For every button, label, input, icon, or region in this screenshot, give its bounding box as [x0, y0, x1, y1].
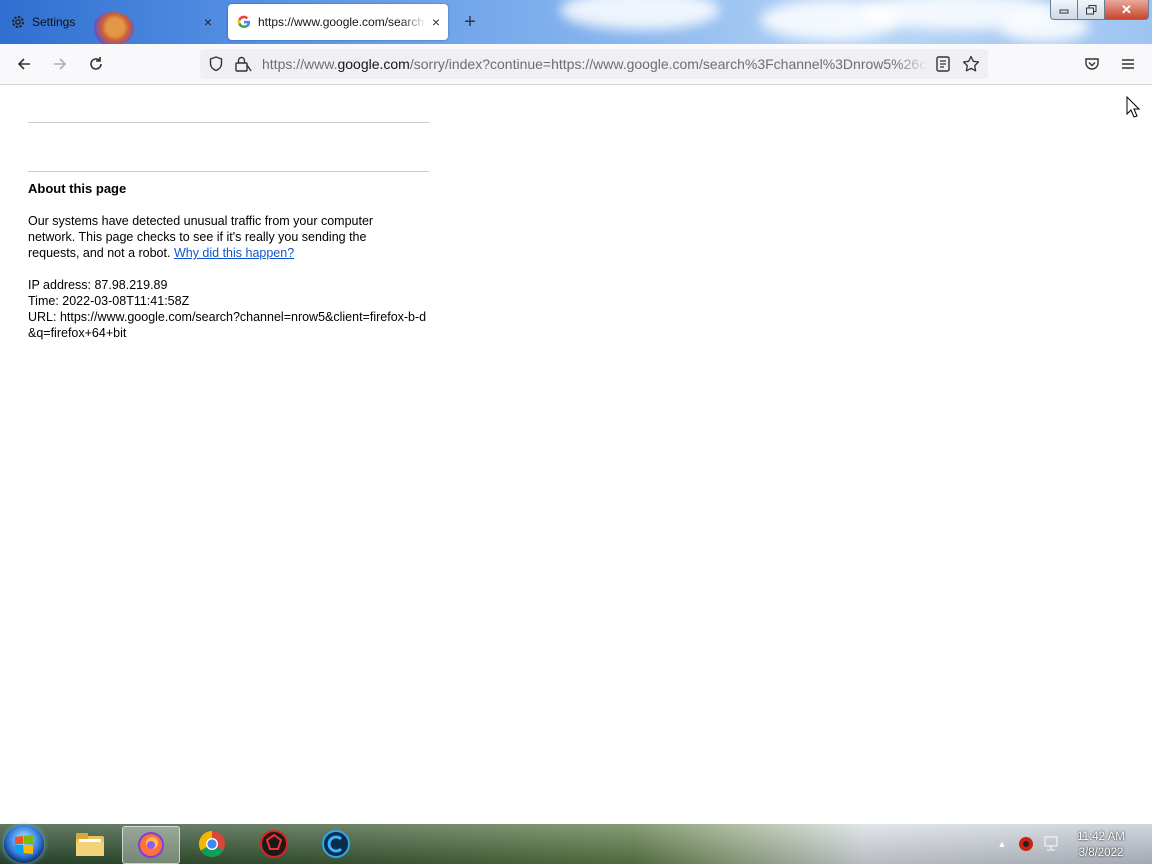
ccleaner-icon — [322, 830, 350, 858]
windows-taskbar: ▲ 11:42 AM 3/8/2022 — [0, 824, 1152, 864]
tab-strip: Settings × https://www.google.com/search… — [0, 0, 1152, 44]
start-button[interactable] — [4, 825, 44, 863]
minimize-window-button[interactable] — [1050, 0, 1078, 20]
pocket-icon — [1085, 58, 1099, 70]
about-this-page-heading: About this page — [28, 181, 127, 196]
google-favicon-icon — [237, 15, 251, 29]
folder-icon — [76, 833, 104, 856]
hamburger-menu-icon — [1122, 59, 1134, 69]
system-clock[interactable]: 11:42 AM 3/8/2022 — [1066, 829, 1136, 861]
reload-icon — [90, 57, 102, 70]
show-hidden-icons-button[interactable]: ▲ — [994, 824, 1010, 864]
tab-settings[interactable]: Settings × — [0, 4, 222, 44]
forward-button[interactable] — [48, 52, 72, 76]
app-menu-button[interactable] — [1116, 52, 1140, 76]
tracking-protection-shield-icon[interactable] — [208, 56, 224, 77]
taskbar-chrome-button[interactable] — [184, 826, 240, 862]
tab-google-search[interactable]: https://www.google.com/search?channel=nr… — [228, 4, 448, 40]
clock-date: 3/8/2022 — [1078, 847, 1124, 859]
firefox-logo-icon — [92, 12, 134, 44]
windows-logo-icon — [15, 835, 33, 854]
restore-window-button[interactable] — [1077, 0, 1105, 20]
red-shield-app-icon — [260, 830, 288, 858]
pocket-button[interactable] — [1080, 52, 1104, 76]
chrome-icon — [198, 830, 225, 858]
minimize-icon — [1059, 9, 1069, 13]
reader-view-icon[interactable] — [936, 56, 950, 77]
tab-active-label: https://www.google.com/search?channel=nr… — [258, 15, 426, 29]
taskbar-explorer-button[interactable] — [62, 826, 118, 862]
tab-settings-label: Settings — [32, 15, 76, 29]
close-icon: ✕ — [1121, 1, 1132, 17]
insecure-lock-icon[interactable] — [234, 55, 252, 78]
taskbar-red-app-button[interactable] — [246, 826, 302, 862]
url-text[interactable]: https://www.google.com/sorry/index?conti… — [262, 56, 928, 72]
request-info: IP address: 87.98.219.89 Time: 2022-03-0… — [28, 277, 429, 341]
time-line: Time: 2022-03-08T11:41:58Z — [28, 294, 190, 308]
navigation-toolbar: https://www.google.com/sorry/index?conti… — [0, 44, 1152, 85]
forward-arrow-icon — [54, 58, 67, 70]
reload-button[interactable] — [84, 52, 108, 76]
url-line: URL: https://www.google.com/search?chann… — [28, 310, 427, 340]
bookmark-star-icon[interactable] — [962, 55, 980, 78]
close-tab-icon[interactable]: × — [200, 14, 216, 30]
divider — [28, 122, 429, 123]
why-did-this-happen-link[interactable]: Why did this happen? — [174, 246, 294, 260]
taskbar-firefox-button[interactable] — [122, 826, 180, 864]
network-icon[interactable] — [1040, 824, 1062, 864]
clock-time: 11:42 AM — [1077, 831, 1125, 843]
unusual-traffic-paragraph: Our systems have detected unusual traffi… — [28, 213, 408, 261]
tray-red-app-icon[interactable] — [1016, 824, 1036, 864]
url-bar[interactable]: https://www.google.com/sorry/index?conti… — [200, 49, 988, 79]
close-window-button[interactable]: ✕ — [1104, 0, 1149, 20]
mouse-cursor-icon — [1126, 95, 1141, 123]
ip-address-line: IP address: 87.98.219.89 — [28, 278, 168, 292]
back-button[interactable] — [12, 52, 36, 76]
new-tab-button[interactable]: + — [458, 10, 482, 34]
gear-icon — [10, 14, 26, 30]
restore-icon — [1085, 4, 1096, 14]
background-cloud — [560, 0, 720, 30]
divider — [28, 171, 429, 172]
back-arrow-icon — [17, 58, 30, 70]
taskbar-ccleaner-button[interactable] — [308, 826, 364, 862]
close-tab-icon[interactable]: × — [432, 14, 440, 30]
firefox-icon — [138, 832, 164, 858]
